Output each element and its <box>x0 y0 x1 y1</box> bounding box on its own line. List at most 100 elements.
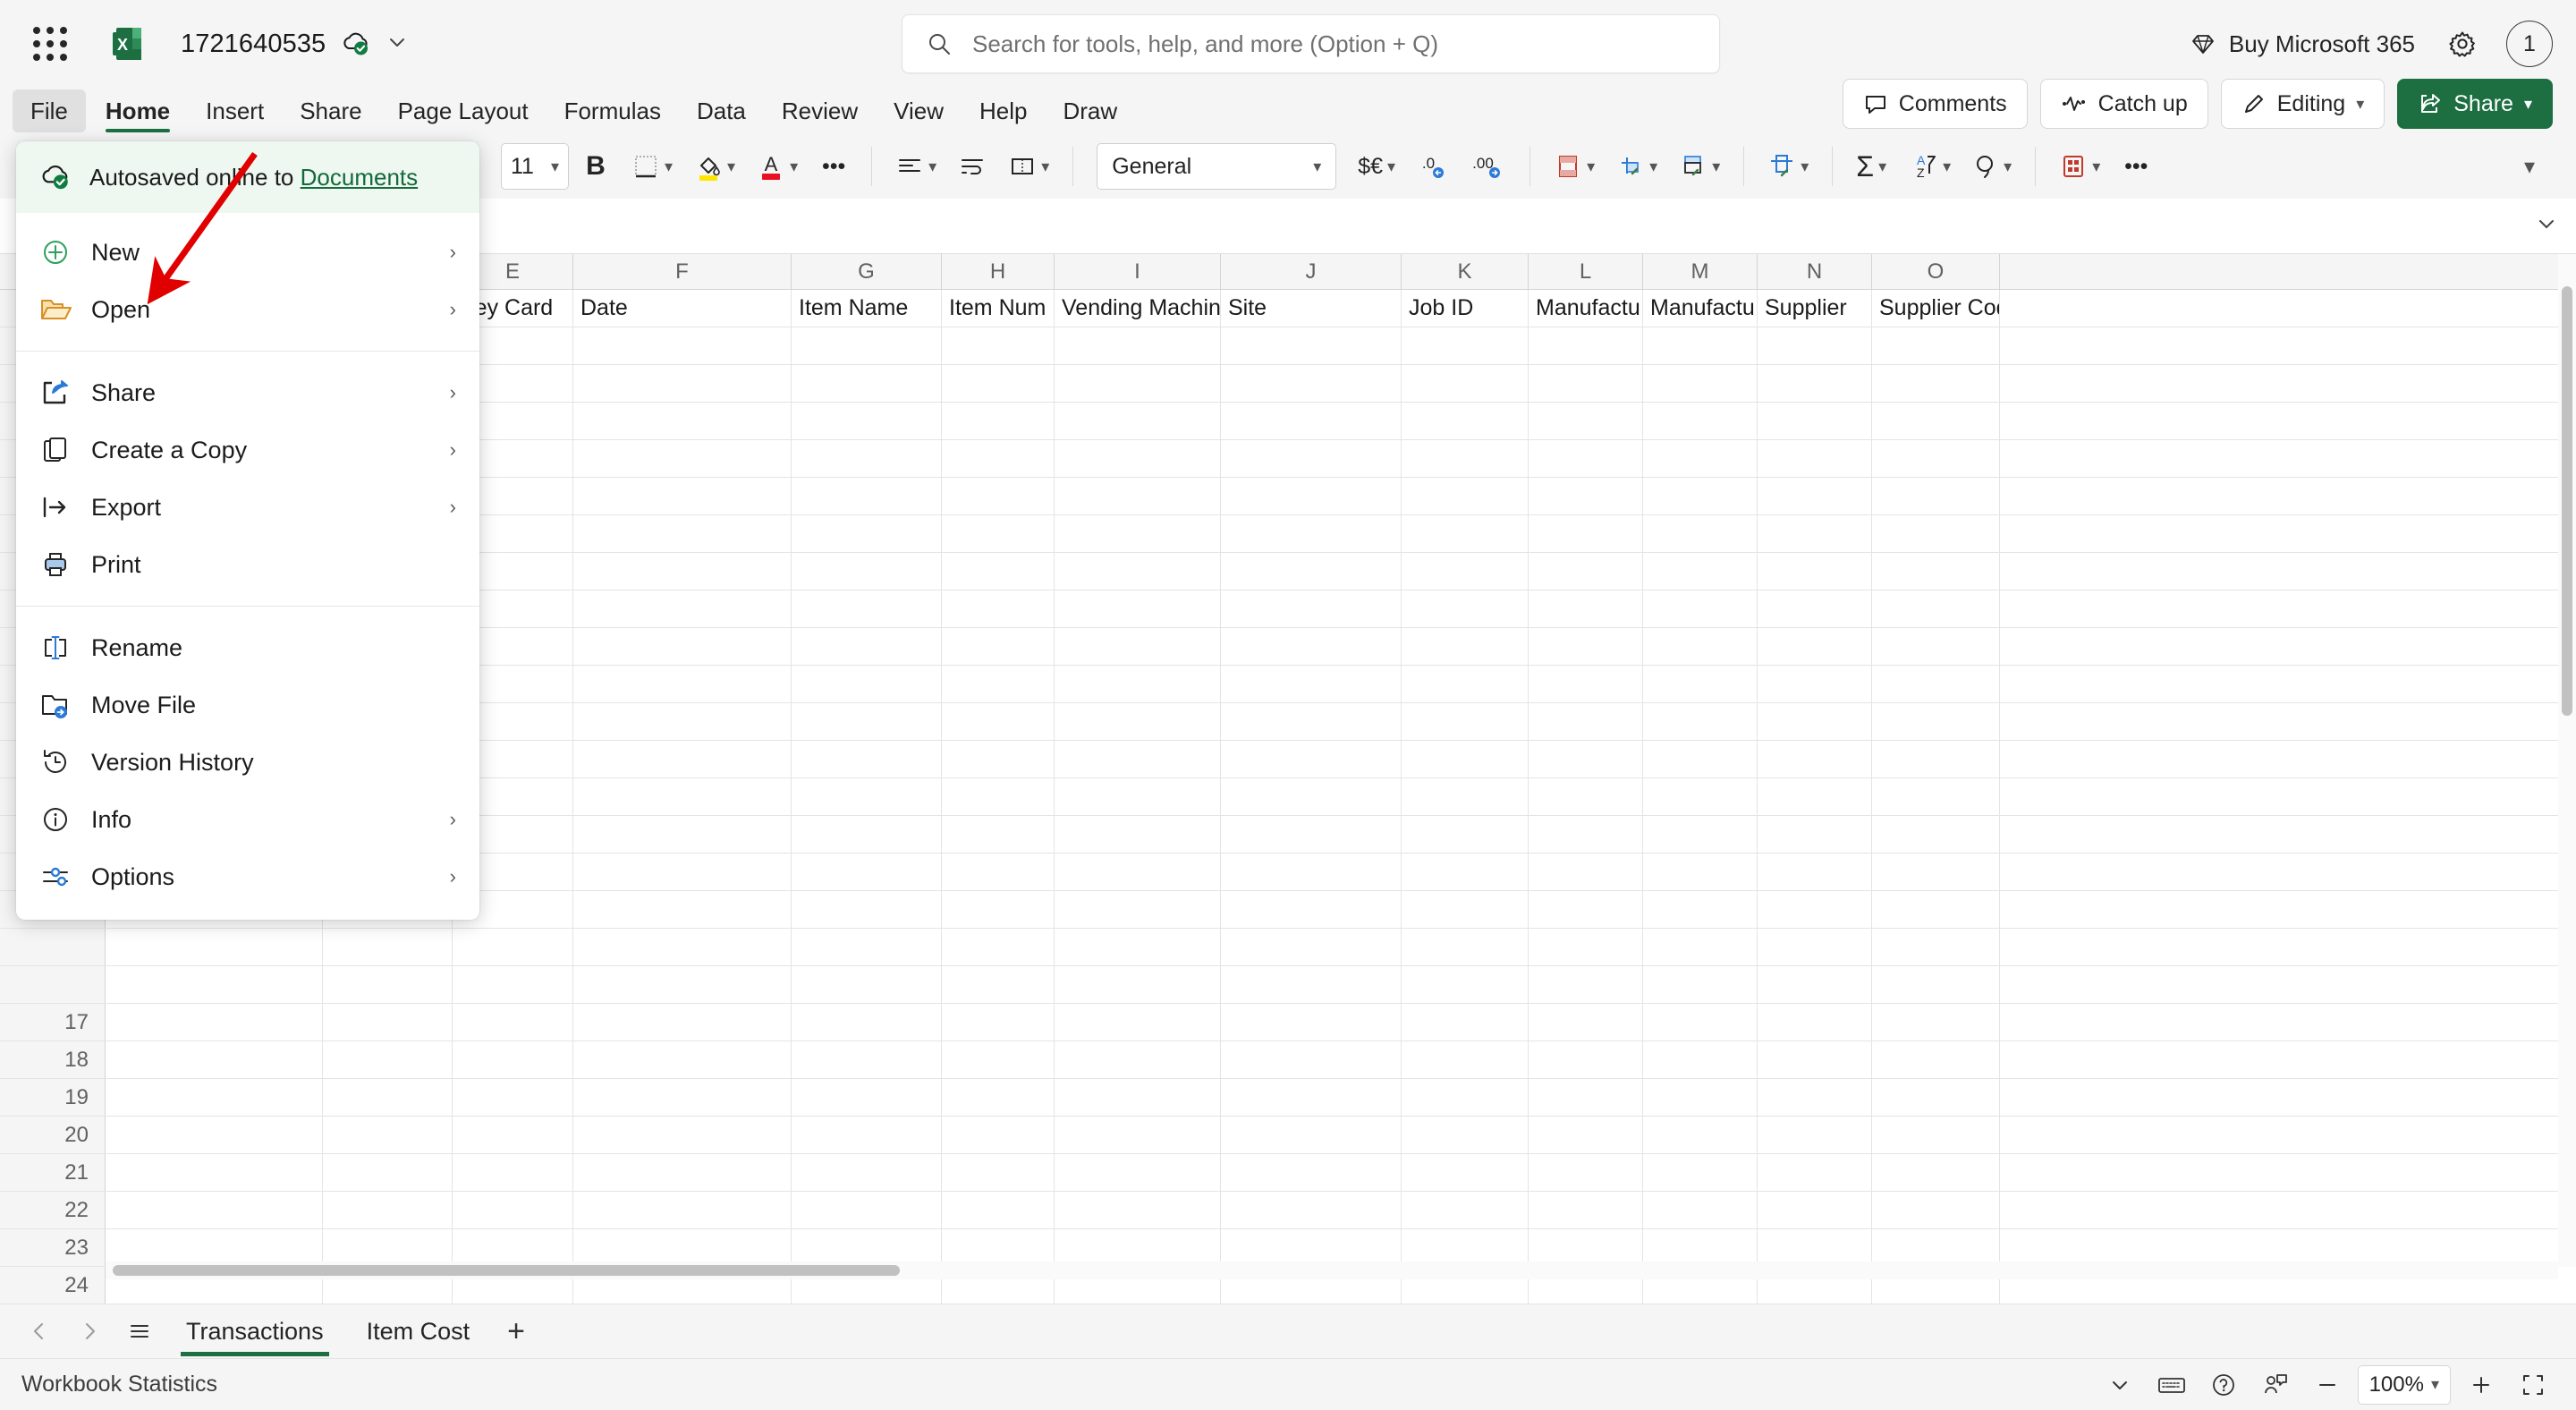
grid-cell[interactable] <box>942 1229 1055 1266</box>
grid-cell[interactable] <box>1872 1154 2000 1191</box>
table-row[interactable]: 18 <box>0 1041 2576 1079</box>
grid-cell[interactable] <box>1402 440 1529 477</box>
grid-cell[interactable] <box>1055 778 1221 815</box>
grid-cell[interactable] <box>1221 816 1402 853</box>
grid-cell[interactable] <box>942 891 1055 928</box>
grid-cell[interactable] <box>1872 1004 2000 1041</box>
grid-cell[interactable] <box>792 1041 942 1078</box>
row-header[interactable]: 23 <box>0 1229 106 1266</box>
grid-cell[interactable] <box>106 1117 323 1153</box>
font-more-button[interactable]: ••• <box>810 141 857 191</box>
grid-cell[interactable] <box>573 891 792 928</box>
grid-cell[interactable] <box>573 666 792 702</box>
grid-cell[interactable] <box>1872 703 2000 740</box>
grid-cell[interactable] <box>1758 929 1872 965</box>
grid-cell[interactable] <box>1055 854 1221 890</box>
grid-cell[interactable] <box>1643 666 1758 702</box>
comments-button[interactable]: Comments <box>1842 79 2028 129</box>
grid-cell[interactable] <box>1055 1154 1221 1191</box>
grid-cell[interactable] <box>1872 854 2000 890</box>
grid-cell[interactable] <box>1221 478 1402 514</box>
grid-cell[interactable] <box>1643 816 1758 853</box>
column-header-i[interactable]: I <box>1055 254 1221 289</box>
file-name-chevron-icon[interactable] <box>386 30 409 58</box>
grid-cell[interactable] <box>942 1079 1055 1116</box>
previous-sheet-button[interactable] <box>16 1308 63 1355</box>
grid-cell[interactable] <box>573 1041 792 1078</box>
tab-data[interactable]: Data <box>679 88 764 134</box>
grid-cell[interactable] <box>1402 703 1529 740</box>
horizontal-scroll-thumb[interactable] <box>113 1265 900 1276</box>
tab-share[interactable]: Share <box>282 88 379 134</box>
grid-cell[interactable] <box>1529 628 1643 665</box>
grid-cell[interactable] <box>1643 628 1758 665</box>
cloud-check-icon[interactable] <box>341 29 371 59</box>
merge-cells-button[interactable]: ▾ <box>999 141 1058 191</box>
grid-header-cell[interactable]: Site <box>1221 290 1402 327</box>
tab-help[interactable]: Help <box>962 88 1045 134</box>
borders-button[interactable]: ▾ <box>623 141 682 191</box>
grid-cell[interactable] <box>1221 1117 1402 1153</box>
grid-cell[interactable] <box>1872 778 2000 815</box>
table-row[interactable]: 22 <box>0 1192 2576 1229</box>
help-button[interactable] <box>2202 1363 2245 1406</box>
tab-home[interactable]: Home <box>88 88 188 134</box>
grid-cell[interactable] <box>1055 891 1221 928</box>
grid-cell[interactable] <box>792 327 942 364</box>
column-header-g[interactable]: G <box>792 254 942 289</box>
grid-cell[interactable] <box>1529 966 1643 1003</box>
grid-cell[interactable] <box>1055 816 1221 853</box>
grid-cell[interactable] <box>1643 1229 1758 1266</box>
grid-cell[interactable] <box>106 1004 323 1041</box>
grid-cell[interactable] <box>1872 1117 2000 1153</box>
grid-cell[interactable] <box>1402 628 1529 665</box>
font-size-selector[interactable]: 11 ▾ <box>501 143 569 190</box>
grid-cell[interactable] <box>942 628 1055 665</box>
grid-cell[interactable] <box>1402 1079 1529 1116</box>
grid-cell[interactable] <box>1758 365 1872 402</box>
grid-cell[interactable] <box>792 1154 942 1191</box>
file-menu-item-print[interactable]: Print <box>16 536 479 593</box>
grid-cell[interactable] <box>1643 365 1758 402</box>
grid-cell[interactable] <box>453 1229 573 1266</box>
grid-cell[interactable] <box>453 1041 573 1078</box>
sort-filter-button[interactable]: A Z ▾ <box>1899 141 1960 191</box>
wrap-text-button[interactable] <box>949 141 996 191</box>
grid-cell[interactable] <box>1055 478 1221 514</box>
grid-cell[interactable] <box>1643 440 1758 477</box>
grid-cell[interactable] <box>573 403 792 439</box>
file-menu-dropdown[interactable]: Autosaved online to Documents New › Open… <box>16 141 479 920</box>
grid-cell[interactable] <box>1402 1041 1529 1078</box>
grid-cell[interactable] <box>1758 1192 1872 1228</box>
grid-cell[interactable] <box>1643 590 1758 627</box>
file-menu-item-rename[interactable]: Rename <box>16 619 479 676</box>
grid-cell[interactable] <box>792 703 942 740</box>
grid-cell[interactable] <box>1758 666 1872 702</box>
grid-cell[interactable] <box>1758 741 1872 777</box>
grid-cell[interactable] <box>1643 403 1758 439</box>
grid-cell[interactable] <box>1758 515 1872 552</box>
grid-cell[interactable] <box>1055 365 1221 402</box>
grid-cell[interactable] <box>942 854 1055 890</box>
tab-file[interactable]: File <box>13 89 86 132</box>
grid-cell[interactable] <box>1402 553 1529 590</box>
file-name[interactable]: 1721640535 <box>181 30 326 59</box>
grid-cell[interactable] <box>1872 741 2000 777</box>
file-menu-item-new[interactable]: New › <box>16 224 479 281</box>
column-header-l[interactable]: L <box>1529 254 1643 289</box>
table-row[interactable]: 21 <box>0 1154 2576 1192</box>
grid-cell[interactable] <box>1055 1079 1221 1116</box>
grid-cell[interactable] <box>942 666 1055 702</box>
grid-cell[interactable] <box>1758 966 1872 1003</box>
grid-cell[interactable] <box>1221 628 1402 665</box>
grid-cell[interactable] <box>1221 1154 1402 1191</box>
grid-cell[interactable] <box>1055 440 1221 477</box>
grid-cell[interactable] <box>106 929 323 965</box>
grid-cell[interactable] <box>792 553 942 590</box>
grid-cell[interactable] <box>453 966 573 1003</box>
grid-cell[interactable] <box>1402 327 1529 364</box>
grid-cell[interactable] <box>1221 590 1402 627</box>
grid-cell[interactable] <box>942 741 1055 777</box>
file-menu-item-open[interactable]: Open › <box>16 281 479 338</box>
zoom-out-button[interactable] <box>2306 1363 2349 1406</box>
